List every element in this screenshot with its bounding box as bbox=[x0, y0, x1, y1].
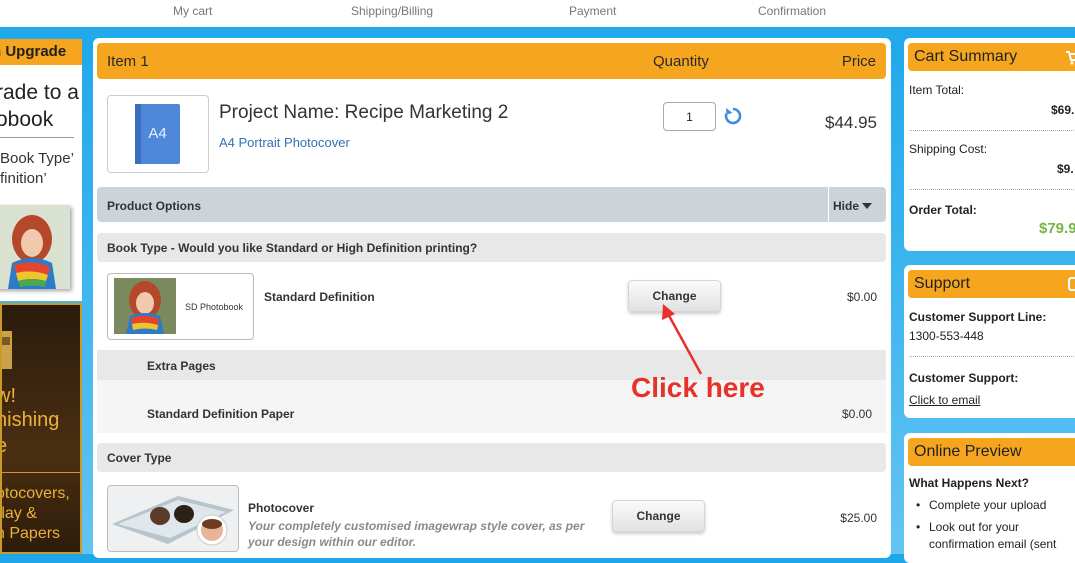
promo-line-4: finition’ bbox=[0, 170, 47, 187]
triangle-down-icon bbox=[862, 203, 873, 209]
preview-step-email: Look out for your bbox=[916, 519, 1019, 536]
extra-pages-row: Extra Pages bbox=[97, 350, 886, 380]
item-price: $44.95 bbox=[825, 113, 877, 132]
cart-icon bbox=[1066, 51, 1075, 65]
upgrade-promo[interactable]: n Upgrade rade to a obook Book Type’ fin… bbox=[0, 39, 82, 301]
shipping-cost-label: Shipping Cost: bbox=[909, 142, 988, 156]
price-header: Price bbox=[841, 53, 876, 70]
order-total-value: $79.9 bbox=[1039, 220, 1075, 237]
customer-support-label: Customer Support: bbox=[909, 371, 1019, 385]
product-options-header: Product Options Hide bbox=[97, 187, 886, 222]
finishing-promo[interactable]: w! nishing e otocovers, rlay & n Papers bbox=[0, 303, 82, 554]
sd-thumb-label: SD Photobook bbox=[185, 302, 244, 312]
cover-type-label: Cover Type bbox=[107, 451, 172, 465]
sd-option-price: $0.00 bbox=[846, 290, 877, 304]
cart-summary-title: Cart Summary bbox=[914, 48, 1018, 65]
hide-button[interactable]: Hide bbox=[833, 199, 873, 213]
paper-price: $0.00 bbox=[841, 407, 872, 421]
finishing-line-6: n Papers bbox=[0, 525, 61, 542]
project-name: Project Name: Recipe Marketing 2 bbox=[219, 102, 509, 123]
online-preview-card: Online Preview What Happens Next? Comple… bbox=[904, 433, 1075, 563]
finishing-line-5: rlay & bbox=[0, 505, 37, 522]
sd-photo-image bbox=[114, 278, 176, 334]
support-line-label: Customer Support Line: bbox=[909, 310, 1047, 324]
sd-option-name: Standard Definition bbox=[264, 290, 375, 304]
support-title: Support bbox=[914, 275, 971, 292]
support-header: Support bbox=[908, 270, 1075, 298]
quantity-input[interactable]: 1 bbox=[663, 102, 716, 131]
item-title: Item 1 bbox=[107, 53, 149, 70]
hide-label: Hide bbox=[833, 199, 860, 213]
cover-type-section: Cover Type bbox=[97, 443, 886, 472]
step-my-cart[interactable]: My cart bbox=[173, 4, 212, 18]
order-total-label: Order Total: bbox=[909, 203, 977, 217]
annotation-arrow-icon bbox=[662, 304, 703, 375]
support-phone[interactable]: 1300-553-448 bbox=[909, 329, 984, 343]
photocover-thumbnail bbox=[107, 485, 239, 552]
item-total-value: $69. bbox=[1051, 103, 1075, 117]
book-type-section: Book Type - Would you like Standard or H… bbox=[97, 233, 886, 262]
book-icon bbox=[2, 331, 12, 369]
a4-book-icon: A4 bbox=[135, 104, 180, 164]
refresh-icon[interactable] bbox=[723, 106, 743, 126]
promo-line-1: rade to a bbox=[0, 81, 79, 104]
paper-row: Standard Definition Paper $0.00 bbox=[97, 380, 886, 433]
cart-panel: Item 1 Quantity Price A4 Project Name: R… bbox=[93, 38, 891, 558]
step-confirmation[interactable]: Confirmation bbox=[758, 4, 826, 18]
book-type-question: Book Type - Would you like Standard or H… bbox=[107, 241, 478, 255]
preview-step-upload: Complete your upload bbox=[916, 497, 1046, 514]
change-cover-type-button[interactable]: Change bbox=[612, 500, 705, 532]
step-shipping-billing[interactable]: Shipping/Billing bbox=[351, 4, 433, 18]
promo-line-2: obook bbox=[0, 108, 54, 131]
finishing-line-3: e bbox=[2, 435, 7, 458]
cart-summary-header: Cart Summary bbox=[908, 43, 1075, 71]
promo-divider bbox=[0, 137, 74, 138]
step-payment[interactable]: Payment bbox=[569, 4, 616, 18]
preview-step-email-cont: confirmation email (sent bbox=[929, 537, 1057, 551]
promo-line-3: Book Type’ bbox=[0, 150, 74, 167]
paper-name: Standard Definition Paper bbox=[147, 407, 295, 421]
phone-icon bbox=[1068, 277, 1075, 291]
cover-option-name: Photocover bbox=[248, 501, 315, 515]
item-header: Item 1 Quantity Price bbox=[97, 43, 886, 79]
finishing-divider bbox=[2, 472, 80, 473]
finishing-line-2: nishing bbox=[0, 409, 60, 431]
shipping-cost-value: $9. bbox=[1057, 162, 1074, 176]
checkout-steps: My cart Shipping/Billing Payment Confirm… bbox=[0, 0, 1075, 27]
project-subtitle[interactable]: A4 Portrait Photocover bbox=[219, 135, 350, 150]
upgrade-header: n Upgrade bbox=[0, 39, 82, 65]
item-total-label: Item Total: bbox=[909, 83, 965, 97]
promo-photobook-image bbox=[0, 205, 70, 289]
sd-photobook-thumbnail: SD Photobook bbox=[107, 273, 254, 340]
click-here-annotation: Click here bbox=[631, 372, 765, 403]
what-happens-next-label: What Happens Next? bbox=[909, 476, 1030, 490]
support-card: Support Customer Support Line: 1300-553-… bbox=[904, 265, 1075, 418]
cover-option-description: Your completely customised imagewrap sty… bbox=[248, 519, 585, 549]
product-thumbnail: A4 bbox=[107, 95, 209, 173]
product-options-title: Product Options bbox=[107, 199, 201, 213]
email-link[interactable]: Click to email bbox=[909, 393, 980, 407]
finishing-line-4: otocovers, bbox=[0, 485, 70, 502]
quantity-header: Quantity bbox=[653, 53, 709, 70]
finishing-line-1: w! bbox=[2, 385, 16, 407]
online-preview-header: Online Preview bbox=[908, 438, 1075, 466]
extra-pages-label: Extra Pages bbox=[147, 359, 216, 373]
cover-option-price: $25.00 bbox=[840, 511, 877, 525]
cart-summary-card: Cart Summary Item Total: $69. Shipping C… bbox=[904, 38, 1075, 251]
